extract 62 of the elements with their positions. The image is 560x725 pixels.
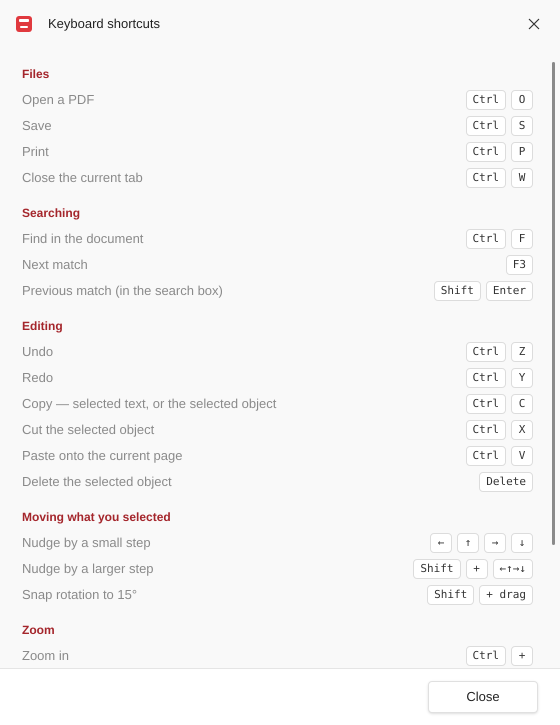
key-cap: ↑ [457, 533, 479, 553]
shortcut-label: Delete the selected object [22, 473, 172, 492]
key-cap: C [511, 394, 533, 414]
key-cap: S [511, 116, 533, 136]
key-cap: F [511, 229, 533, 249]
section-heading: Editing [22, 318, 63, 335]
key-cap: Shift [427, 585, 474, 605]
window-title: Keyboard shortcuts [48, 15, 160, 34]
key-cap: Ctrl [466, 368, 506, 388]
key-cap: Ctrl [466, 446, 506, 466]
key-cap: Enter [486, 281, 533, 301]
key-cap: Delete [479, 472, 533, 492]
shortcut-label: Snap rotation to 15° [22, 586, 138, 604]
scrollbar-thumb[interactable] [552, 62, 555, 545]
close-icon [528, 18, 540, 30]
shortcut-label: Save [22, 117, 52, 136]
key-cap: X [511, 420, 533, 440]
shortcut-label: Undo [22, 343, 54, 362]
key-cap: → [484, 533, 506, 553]
key-cap: Ctrl [466, 168, 506, 188]
key-cap: W [511, 168, 533, 188]
key-cap: V [511, 446, 533, 466]
shortcut-label: Previous match (in the search box) [22, 282, 223, 300]
key-cap: + [511, 646, 533, 666]
shortcut-label: Nudge by a small step [22, 534, 151, 552]
key-cap: Ctrl [466, 229, 506, 249]
key-cap: Ctrl [466, 116, 506, 136]
key-cap: F3 [506, 255, 533, 275]
key-cap: Z [511, 342, 533, 362]
key-cap: Y [511, 368, 533, 388]
shortcut-label: Copy — selected text, or the selected object [22, 395, 276, 414]
key-cap: O [511, 90, 533, 110]
shortcut-label: Paste onto the current page [22, 447, 182, 466]
close-button[interactable]: Close [428, 681, 538, 713]
key-cap: ← [430, 533, 452, 553]
key-cap: ↓ [511, 533, 533, 553]
shortcut-label: Next match [22, 256, 88, 274]
section-heading: Moving what you selected [22, 509, 171, 526]
key-cap: Ctrl [466, 142, 506, 162]
key-cap: Ctrl [466, 646, 506, 666]
key-cap: Shift [413, 559, 460, 579]
section-heading: Files [22, 66, 50, 83]
key-cap: Ctrl [466, 420, 506, 440]
key-cap: + [466, 559, 488, 579]
key-cap: + drag [479, 585, 533, 605]
shortcut-label: Zoom in [22, 647, 69, 666]
key-cap: Shift [434, 281, 481, 301]
shortcut-label: Open a PDF [22, 91, 94, 110]
key-cap: Ctrl [466, 394, 506, 414]
shortcut-label: Find in the document [22, 230, 144, 248]
shortcut-label: Cut the selected object [22, 421, 154, 440]
shortcut-label: Redo [22, 369, 54, 388]
shortcut-label: Nudge by a larger step [22, 560, 154, 578]
shortcut-label: Close the current tab [22, 169, 143, 188]
key-cap: P [511, 142, 533, 162]
shortcut-label: Print [22, 143, 49, 162]
app-icon [16, 16, 32, 32]
key-cap: ←↑→↓ [492, 559, 533, 579]
key-cap: Ctrl [466, 342, 506, 362]
key-cap: Ctrl [466, 90, 506, 110]
section-heading: Searching [22, 205, 80, 222]
section-heading: Zoom [22, 622, 55, 639]
